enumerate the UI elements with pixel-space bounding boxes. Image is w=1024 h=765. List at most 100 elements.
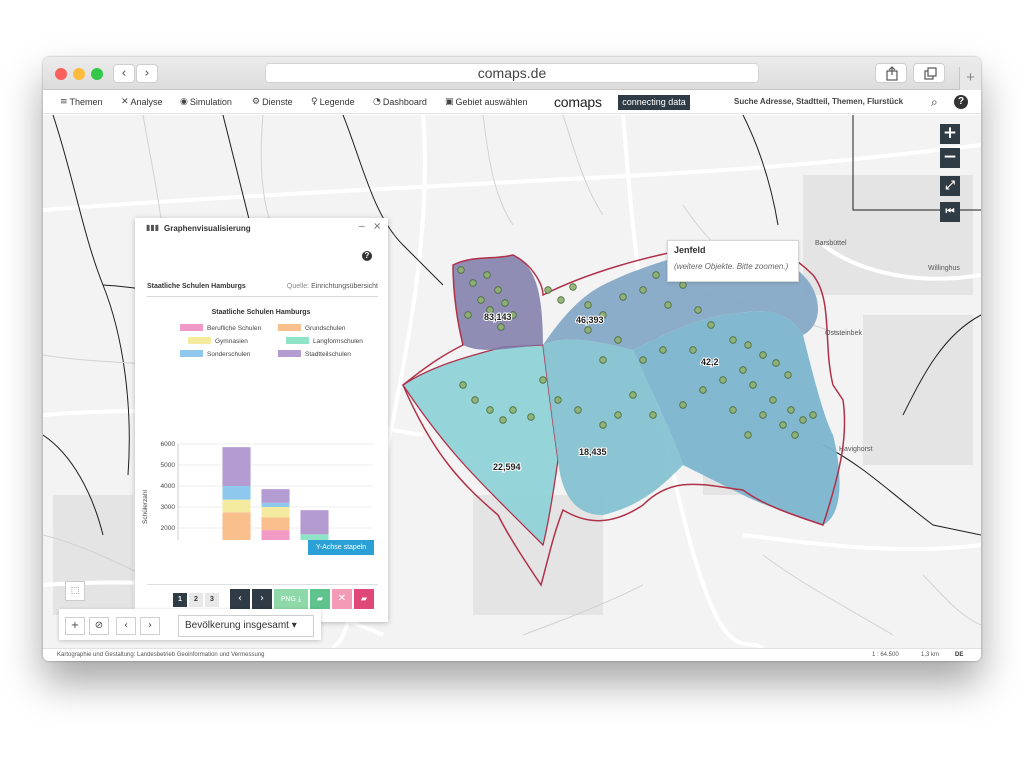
export-png-button[interactable]: PNG ⤓ bbox=[274, 589, 308, 609]
school-point[interactable] bbox=[554, 396, 562, 404]
next-chart-button[interactable]: › bbox=[252, 589, 272, 609]
menu-themen[interactable]: ≡ Themen bbox=[60, 97, 103, 107]
school-point[interactable] bbox=[584, 301, 592, 309]
page-2-button[interactable]: 2 bbox=[189, 593, 203, 607]
zoom-out-button[interactable]: − bbox=[940, 148, 960, 168]
next-layer-button[interactable]: › bbox=[140, 617, 160, 635]
school-point[interactable] bbox=[539, 376, 547, 384]
school-point[interactable] bbox=[483, 271, 491, 279]
stack-y-axis-button[interactable]: Y-Achse stapeln bbox=[308, 540, 374, 555]
school-point[interactable] bbox=[469, 279, 477, 287]
school-point[interactable] bbox=[744, 341, 752, 349]
search-icon[interactable]: ⌕ bbox=[931, 95, 938, 110]
fullscreen-button[interactable]: ⤢ bbox=[940, 176, 960, 196]
new-tab-button[interactable]: + bbox=[959, 67, 981, 90]
school-point[interactable] bbox=[501, 299, 509, 307]
school-point[interactable] bbox=[729, 406, 737, 414]
save-folder-button[interactable]: ▰ bbox=[310, 589, 330, 609]
language-switch[interactable]: DE bbox=[955, 652, 963, 658]
school-point[interactable] bbox=[457, 266, 465, 274]
school-point[interactable] bbox=[486, 406, 494, 414]
maximize-window-button[interactable] bbox=[91, 68, 103, 80]
school-point[interactable] bbox=[509, 406, 517, 414]
zoom-in-button[interactable]: + bbox=[940, 124, 960, 144]
school-point[interactable] bbox=[739, 366, 747, 374]
school-point[interactable] bbox=[769, 396, 777, 404]
menu-analyse[interactable]: ✕ Analyse bbox=[121, 97, 163, 107]
school-point[interactable] bbox=[639, 356, 647, 364]
school-point[interactable] bbox=[729, 336, 737, 344]
menu-legende[interactable]: ♀ Legende bbox=[311, 97, 355, 107]
school-point[interactable] bbox=[599, 421, 607, 429]
minimize-panel-button[interactable]: – bbox=[359, 221, 365, 232]
school-point[interactable] bbox=[574, 406, 582, 414]
school-point[interactable] bbox=[707, 321, 715, 329]
school-point[interactable] bbox=[652, 271, 660, 279]
close-panel-button[interactable]: × bbox=[373, 221, 381, 232]
map-canvas[interactable]: 83,143 46,393 42,2 22,594 18,435 Barsbüt… bbox=[43, 115, 981, 648]
school-point[interactable] bbox=[659, 346, 667, 354]
school-point[interactable] bbox=[599, 356, 607, 364]
school-point[interactable] bbox=[679, 281, 687, 289]
school-point[interactable] bbox=[759, 351, 767, 359]
address-bar[interactable]: comaps.de bbox=[265, 63, 759, 83]
school-point[interactable] bbox=[772, 359, 780, 367]
school-point[interactable] bbox=[809, 411, 817, 419]
menu-dienste[interactable]: ⚙ Dienste bbox=[252, 97, 293, 107]
menu-gebiet-auswaehlen[interactable]: ▣ Gebiet auswählen bbox=[445, 97, 528, 107]
district-hamm-north[interactable] bbox=[453, 255, 543, 350]
school-point[interactable] bbox=[584, 326, 592, 334]
school-point[interactable] bbox=[689, 346, 697, 354]
school-point[interactable] bbox=[527, 413, 535, 421]
school-point[interactable] bbox=[779, 421, 787, 429]
add-layer-button[interactable]: + bbox=[65, 617, 85, 635]
school-point[interactable] bbox=[744, 431, 752, 439]
panel-help-button[interactable]: ? bbox=[362, 251, 372, 261]
back-button[interactable]: ‹ bbox=[113, 64, 135, 83]
school-point[interactable] bbox=[787, 406, 795, 414]
school-point[interactable] bbox=[791, 431, 799, 439]
school-point[interactable] bbox=[629, 391, 637, 399]
reset-view-button[interactable]: ⏮ bbox=[940, 202, 960, 222]
school-point[interactable] bbox=[614, 411, 622, 419]
school-point[interactable] bbox=[464, 311, 472, 319]
school-point[interactable] bbox=[569, 283, 577, 291]
help-button[interactable]: ? bbox=[954, 95, 968, 109]
layer-select[interactable]: Bevölkerung insgesamt ▾ bbox=[178, 615, 314, 637]
tabs-button[interactable] bbox=[913, 63, 945, 83]
school-point[interactable] bbox=[477, 296, 485, 304]
school-point[interactable] bbox=[494, 286, 502, 294]
previous-layer-button[interactable]: ‹ bbox=[116, 617, 136, 635]
menu-simulation[interactable]: ◉ Simulation bbox=[180, 97, 232, 107]
remove-folder-button[interactable]: ▰ bbox=[354, 589, 374, 609]
school-point[interactable] bbox=[649, 411, 657, 419]
share-button[interactable] bbox=[875, 63, 907, 83]
school-point[interactable] bbox=[719, 376, 727, 384]
school-point[interactable] bbox=[749, 381, 757, 389]
close-window-button[interactable] bbox=[55, 68, 67, 80]
hide-layer-button[interactable]: ⊘ bbox=[89, 617, 109, 635]
menu-dashboard[interactable]: ◔ Dashboard bbox=[373, 97, 427, 107]
school-point[interactable] bbox=[619, 293, 627, 301]
school-point[interactable] bbox=[799, 416, 807, 424]
previous-chart-button[interactable]: ‹ bbox=[230, 589, 250, 609]
school-point[interactable] bbox=[471, 396, 479, 404]
school-point[interactable] bbox=[664, 301, 672, 309]
school-point[interactable] bbox=[497, 323, 505, 331]
minimize-window-button[interactable] bbox=[73, 68, 85, 80]
delete-chart-button[interactable]: ✕ bbox=[332, 589, 352, 609]
school-point[interactable] bbox=[614, 336, 622, 344]
school-point[interactable] bbox=[544, 286, 552, 294]
school-point[interactable] bbox=[557, 296, 565, 304]
school-point[interactable] bbox=[694, 306, 702, 314]
page-3-button[interactable]: 3 bbox=[205, 593, 219, 607]
forward-button[interactable]: › bbox=[136, 64, 158, 83]
school-point[interactable] bbox=[499, 416, 507, 424]
school-point[interactable] bbox=[784, 371, 792, 379]
page-1-button[interactable]: 1 bbox=[173, 593, 187, 607]
school-point[interactable] bbox=[679, 401, 687, 409]
school-point[interactable] bbox=[759, 411, 767, 419]
search-input[interactable]: Suche Adresse, Stadtteil, Themen, Flurst… bbox=[731, 93, 927, 111]
select-area-button[interactable]: ⬚ bbox=[65, 581, 85, 601]
school-point[interactable] bbox=[699, 386, 707, 394]
